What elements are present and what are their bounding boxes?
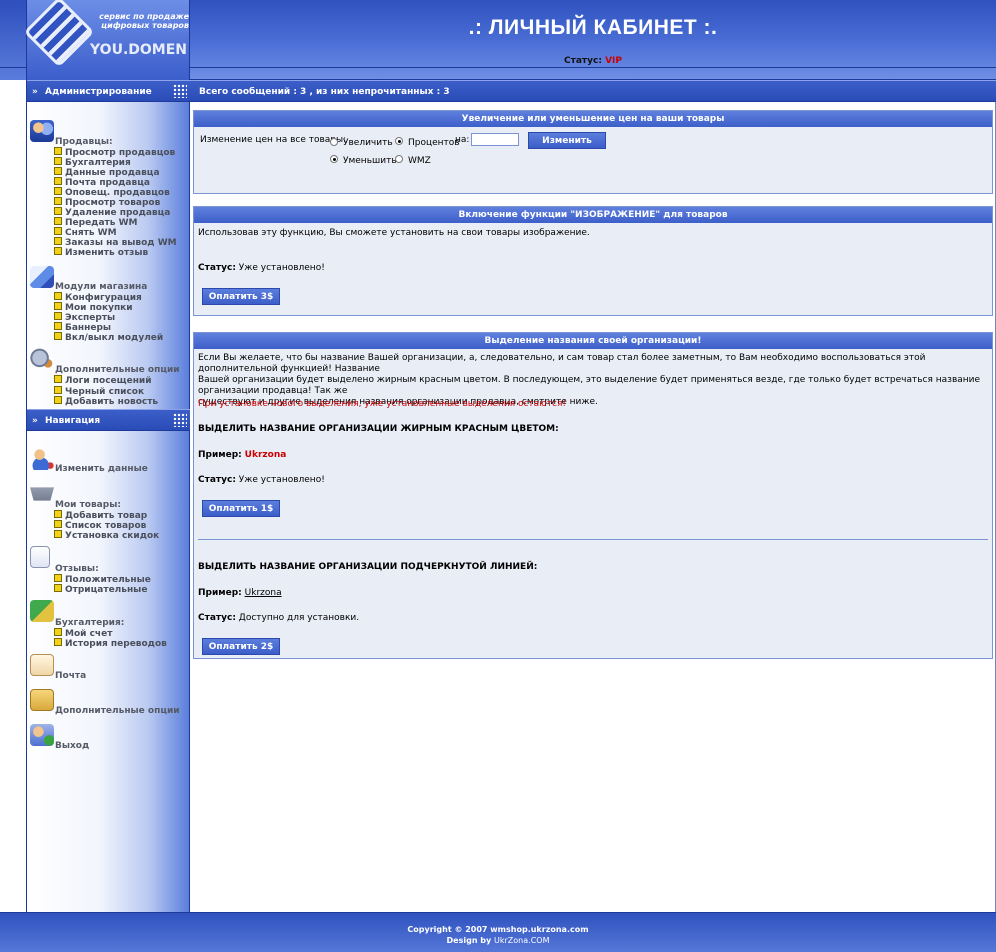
option1-example-label: Пример: [198,450,242,460]
page-title: .: ЛИЧНЫЙ КАБИНЕТ :. [468,16,718,39]
price-change-label: Изменение цен на все товары: [200,135,347,145]
increase-radio[interactable] [330,138,338,146]
image-status-label: Статус: [198,263,236,273]
nav-section-header[interactable]: » Навигация [27,409,190,431]
exit-icon [30,724,54,746]
option1-status-label: Статус: [198,475,236,485]
logo-tagline: сервис по продаже цифровых товаров [87,12,189,30]
dots-icon [173,413,187,427]
document-icon [30,546,50,568]
modules-title: Модули магазина [55,282,148,292]
image-panel-title: Включение функции "ИЗОБРАЖЕНИЕ" для това… [194,207,992,223]
image-status: Статус: Уже установлено! [198,263,325,273]
sidebar-item-transfer-history[interactable]: История переводов [54,638,167,649]
sidebar-gutter [0,80,27,912]
extra-admin-title: Дополнительные опции [55,365,180,375]
admin-section-header[interactable]: » Администрирование [27,80,190,102]
nav-extra-options[interactable]: Дополнительные опции [55,706,180,716]
messages-bar[interactable]: Всего сообщений : 3 , из них непрочитанн… [190,80,996,102]
option1-example: Пример: Ukrzona [198,450,286,460]
admin-section-title: Администрирование [45,87,152,97]
option2-title: ВЫДЕЛИТЬ НАЗВАНИЕ ОРГАНИЗАЦИИ ПОДЧЕРКНУТ… [198,562,538,572]
folder-icon [30,689,54,711]
option1-status: Статус: Уже установлено! [198,475,325,485]
option2-example-label: Пример: [198,588,242,598]
sidebar-item-edit-review[interactable]: Изменить отзыв [54,247,148,258]
image-function-panel: Включение функции "ИЗОБРАЖЕНИЕ" для това… [193,206,993,316]
accounting-title: Бухгалтерия: [55,618,125,628]
money-icon [30,600,54,622]
header-left-strip [0,0,27,80]
pay-2-button[interactable]: Оплатить 2$ [202,638,280,655]
logo-tagline-line2: цифровых товаров [101,21,189,30]
percent-radio[interactable] [395,137,403,145]
option2-status-label: Статус: [198,613,236,623]
gears-icon [30,348,54,370]
nav-change-data[interactable]: Изменить данные [55,464,148,474]
increase-label: Увеличить [343,138,393,148]
wmz-radio[interactable] [395,155,403,163]
org-description-line2: Вашей организации будет выделено жирным … [198,375,981,396]
user-status-value: VIP [605,56,622,66]
footer-design-link[interactable]: UkrZona.COM [494,936,549,945]
option1-example-value: Ukrzona [244,450,287,460]
pay-1-button[interactable]: Оплатить 1$ [202,500,280,517]
reviews-title: Отзывы: [55,564,99,574]
my-goods-title: Мои товары: [55,500,121,510]
option2-example-value: Ukrzona [244,588,282,598]
sidebar-item-toggle-modules[interactable]: Вкл/выкл модулей [54,332,163,343]
org-description-line1: Если Вы желаете, что бы название Вашей о… [198,353,926,374]
percent-label: Процентов [408,138,460,148]
logo-brand: YOU.DOMEN [90,42,187,58]
price-panel-title: Увеличение или уменьшение цен на ваши то… [194,111,992,127]
footer-copyright: Copyright © 2007 wmshop.ukrzona.com [407,925,589,934]
mail-icon [30,654,54,676]
image-status-value: Уже установлено! [238,263,325,273]
wmz-label: WMZ [408,156,431,166]
modules-box-icon [30,266,54,288]
org-highlight-panel: Выделение названия своей организации! Ес… [193,332,993,659]
cart-icon [30,487,54,501]
sidebar-item-discounts[interactable]: Установка скидок [54,530,159,541]
logo[interactable]: сервис по продаже цифровых товаров YOU.D… [23,0,190,80]
option2-status: Статус: Доступно для установки. [198,613,359,623]
change-prices-button[interactable]: Изменить [528,132,606,149]
decrease-radio[interactable] [330,155,338,163]
footer-design: Design by UkrZona.COM [0,936,996,945]
price-change-panel: Увеличение или уменьшение цен на ваши то… [193,110,993,194]
sidebar: » Администрирование Продавцы: Просмотр п… [27,80,190,912]
option1-title: ВЫДЕЛИТЬ НАЗВАНИЕ ОРГАНИЗАЦИИ ЖИРНЫМ КРА… [198,424,559,434]
user-status-label: Статус: [564,56,602,66]
sidebar-item-negative[interactable]: Отрицательные [54,584,147,595]
org-panel-title: Выделение названия своей организации! [194,333,992,349]
option1-status-value: Уже установлено! [238,475,325,485]
user-edit-icon [30,448,54,470]
sidebar-item-visit-logs[interactable]: Логи посещений [54,375,152,386]
org-warning: При установке нового выделения, уже уста… [198,399,566,409]
option2-example: Пример: Ukrzona [198,588,282,598]
pay-3-button[interactable]: Оплатить 3$ [202,288,280,305]
logo-tagline-line1: сервис по продаже [99,12,189,21]
footer-design-label: Design by [446,936,492,945]
nav-section-title: Навигация [45,416,101,426]
on-label: на: [455,135,470,145]
option-divider [198,539,988,540]
sellers-title: Продавцы: [55,137,113,147]
sidebar-item-add-news[interactable]: Добавить новость [54,396,158,407]
logo-diamond-icon [23,0,95,68]
footer: Copyright © 2007 wmshop.ukrzona.com Desi… [0,912,996,952]
users-icon [30,120,54,142]
price-amount-input[interactable] [471,133,519,146]
nav-exit[interactable]: Выход [55,741,89,751]
dots-icon [173,84,187,98]
option2-status-value: Доступно для установки. [238,613,360,623]
double-chevron-icon: » [32,87,38,97]
image-panel-description: Использовав эту функцию, Вы сможете уста… [198,228,590,238]
nav-mail[interactable]: Почта [55,671,86,681]
user-status: Статус: VIP [190,56,996,66]
double-chevron-icon: » [32,416,38,426]
header: сервис по продаже цифровых товаров YOU.D… [0,0,996,80]
decrease-label: Уменьшить [343,156,397,166]
